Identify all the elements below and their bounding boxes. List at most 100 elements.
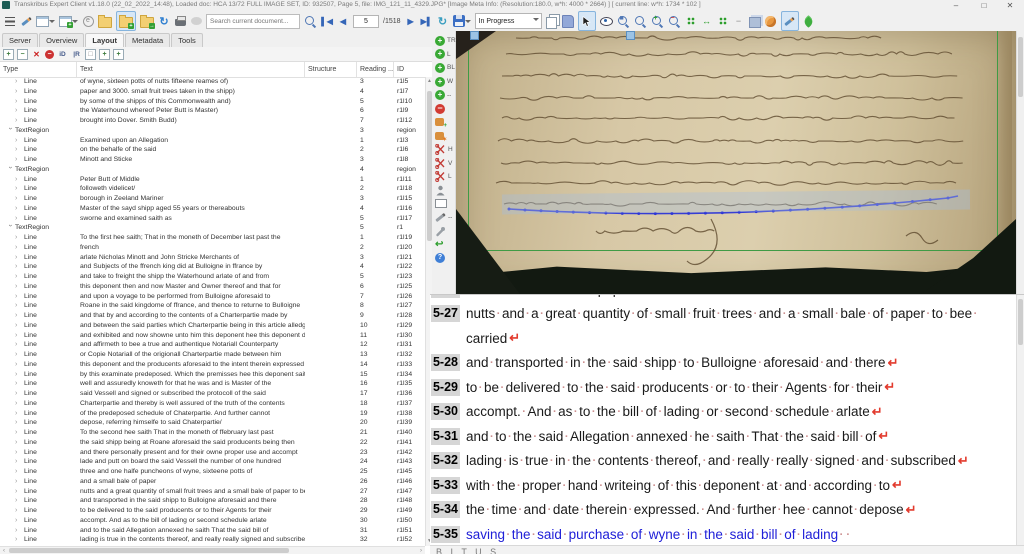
expand-arrow-icon[interactable]: › [15,370,22,380]
column-structure[interactable]: Structure [305,62,357,77]
select-tool-icon[interactable] [578,11,596,31]
table-row[interactable]: ›LineTo the first hee saith; That in the… [0,233,425,243]
eye-icon[interactable] [600,13,613,29]
reading-order-icon[interactable]: |R [71,49,82,60]
window-add-icon[interactable]: + [59,13,78,29]
table-row[interactable]: ›Linethis deponent then and now Master a… [0,282,425,292]
expand-arrow-icon[interactable]: › [15,350,22,360]
transcript-line-5-34[interactable]: 5-34the·time·and·date·therein·expressed.… [430,498,1015,523]
tab-tools[interactable]: Tools [171,33,203,47]
add-textregion-icon[interactable]: +TR [432,34,455,48]
expand-arrow-icon[interactable]: › [15,116,22,126]
merge-shapes-icon[interactable]: + [432,116,455,130]
transcript-line-wrap[interactable]: carried↵ [430,326,1015,351]
expand-arrow-icon[interactable]: › [15,282,22,292]
tab-metadata[interactable]: Metadata [125,33,170,47]
table-row[interactable]: ›Linenutts and a great quantity of small… [0,487,425,497]
table-row[interactable]: ›Lineand between the said parties which … [0,321,425,331]
table-row[interactable]: ›Linelading is true in the contents ther… [0,535,425,545]
page-number-input[interactable] [353,15,379,28]
expand-arrow-icon[interactable]: › [15,292,22,302]
plus-box-a-icon[interactable]: + [99,49,110,60]
zoom-icon[interactable] [634,13,647,29]
split-line-icon[interactable]: L [432,170,455,184]
expand-arrow-icon[interactable]: › [15,233,22,243]
table-row[interactable]: ›Lineand that by and according to the co… [0,311,425,321]
expand-arrow-icon[interactable]: › [15,379,22,389]
collapse-arrow-icon[interactable]: › [5,225,15,232]
table-row[interactable]: ›Lineand to the said Allegation annexed … [0,526,425,536]
expand-arrow-icon[interactable]: › [15,477,22,487]
table-row[interactable]: ›LineExamined upon an Allegation1r1l3 [0,136,425,146]
manuscript-image[interactable] [456,31,1016,294]
column-type[interactable]: Type [0,62,77,77]
table-row[interactable]: ›Lineor Copie Notariall of the origional… [0,350,425,360]
table-row[interactable]: ›Linesaid Vessell and signed or subscrib… [0,389,425,399]
table-row[interactable]: ›Linearlate Nicholas Minott and John Str… [0,253,425,263]
delete-shape-icon[interactable]: ✕ [31,49,42,60]
reading-order-person-icon[interactable] [432,184,455,198]
status-select[interactable]: In Progress [475,13,542,29]
transcript-line-5-33[interactable]: 5-33with·the·proper·hand·writeing·of·thi… [430,473,1015,498]
shape-tools-icon[interactable] [432,224,455,238]
table-row[interactable]: ›LinePeter Butt of Middle1r1l11 [0,175,425,185]
show-id-icon[interactable]: iD [57,49,68,60]
table-row[interactable]: ›LineMinott and Sticke3r1l8 [0,155,425,165]
line-text[interactable]: saving·the·said·purchase·of·wyne·in·the·… [466,527,852,542]
expand-arrow-icon[interactable]: › [15,214,22,224]
add-line-icon[interactable]: +L [432,48,455,62]
remove-shape-icon[interactable]: − [432,102,455,116]
table-row[interactable]: ›Lineand there personally present and fo… [0,448,425,458]
column-text[interactable]: Text [77,62,305,77]
first-page-icon[interactable]: ▌◀ [321,13,333,29]
transcript-line-5-30[interactable]: 5-30accompt.·And·as·to·the·bill·of·ladin… [430,400,1015,425]
zoom-minus-small-icon[interactable]: − [733,13,745,29]
collapse-arrow-icon[interactable]: › [5,166,15,173]
expand-arrow-icon[interactable]: › [15,418,22,428]
transcript-line-5-27[interactable]: 5-27nutts·and·a·great·quantity·of·small·… [430,302,1015,327]
format-buttons[interactable]: B I T U S [430,547,1024,554]
table-row[interactable]: ›TextRegion3region [0,126,425,136]
tree-horizontal-scrollbar[interactable]: ‹ › [0,546,425,554]
refresh-icon[interactable]: ↻ [158,13,170,29]
folder-icon[interactable] [98,13,112,29]
fit-page-icon[interactable] [685,13,697,29]
palette-icon[interactable] [765,13,777,29]
last-page-icon[interactable]: ▶▌ [421,13,433,29]
folder-open-doc-icon[interactable]: + [116,11,136,31]
close-icon[interactable]: ✕ [1000,0,1020,11]
line-text[interactable]: to·be·delivered·to·the·said·producents·o… [466,380,882,395]
table-row[interactable]: ›LineCharterpartie and thereby is well a… [0,399,425,409]
line-text[interactable]: with·the·proper·hand·writeing·of·this·de… [466,478,890,493]
expand-arrow-icon[interactable]: › [15,331,22,341]
line-text[interactable]: the·time·and·date·therein·expressed.·And… [466,502,904,517]
selection-handle[interactable] [626,31,635,40]
scroll-right-icon[interactable]: › [417,547,425,554]
copy-icon[interactable] [546,13,558,29]
transcript-line-5-32[interactable]: 5-32lading·is·true·in·the·contents·there… [430,449,1015,474]
table-row[interactable]: ›Linethe Waterhound whereof Peter Butt i… [0,106,425,116]
expand-arrow-icon[interactable]: › [15,106,22,116]
table-row[interactable]: ›Linedepose, referring himselfe to said … [0,418,425,428]
help-icon[interactable]: ? [432,252,455,266]
table-row[interactable]: ›Lineborough in Zeeland Mariner3r1l15 [0,194,425,204]
fit-height-icon[interactable] [717,13,729,29]
table-row[interactable]: ›Lineon the behalfe of the said2r1l6 [0,145,425,155]
reload-page-icon[interactable]: ↻ [437,13,449,29]
expand-arrow-icon[interactable]: › [15,77,22,87]
versions-icon[interactable] [562,13,574,29]
minimize-icon[interactable]: – [946,0,966,11]
expand-arrow-icon[interactable]: › [15,184,22,194]
table-row[interactable]: ›Linesworne and examined saith as5r1l17 [0,214,425,224]
expand-arrow-icon[interactable]: › [15,457,22,467]
table-row[interactable]: ›LineTo the second hee saith That in the… [0,428,425,438]
expand-arrow-icon[interactable]: › [15,272,22,282]
scroll-thumb[interactable] [1018,299,1023,345]
rectangle-mode-icon[interactable] [432,197,455,211]
expand-arrow-icon[interactable]: › [15,97,22,107]
table-row[interactable]: ›Linebrought into Dover. Smith Budd)7r1l… [0,116,425,126]
fit-width-icon[interactable]: ↔ [701,13,713,29]
expand-arrow-icon[interactable]: › [15,526,22,536]
table-row[interactable]: ›Linelade and putt on board the said Ves… [0,457,425,467]
table-row[interactable]: ›Lineaccompt. And as to the bill of ladi… [0,516,425,526]
